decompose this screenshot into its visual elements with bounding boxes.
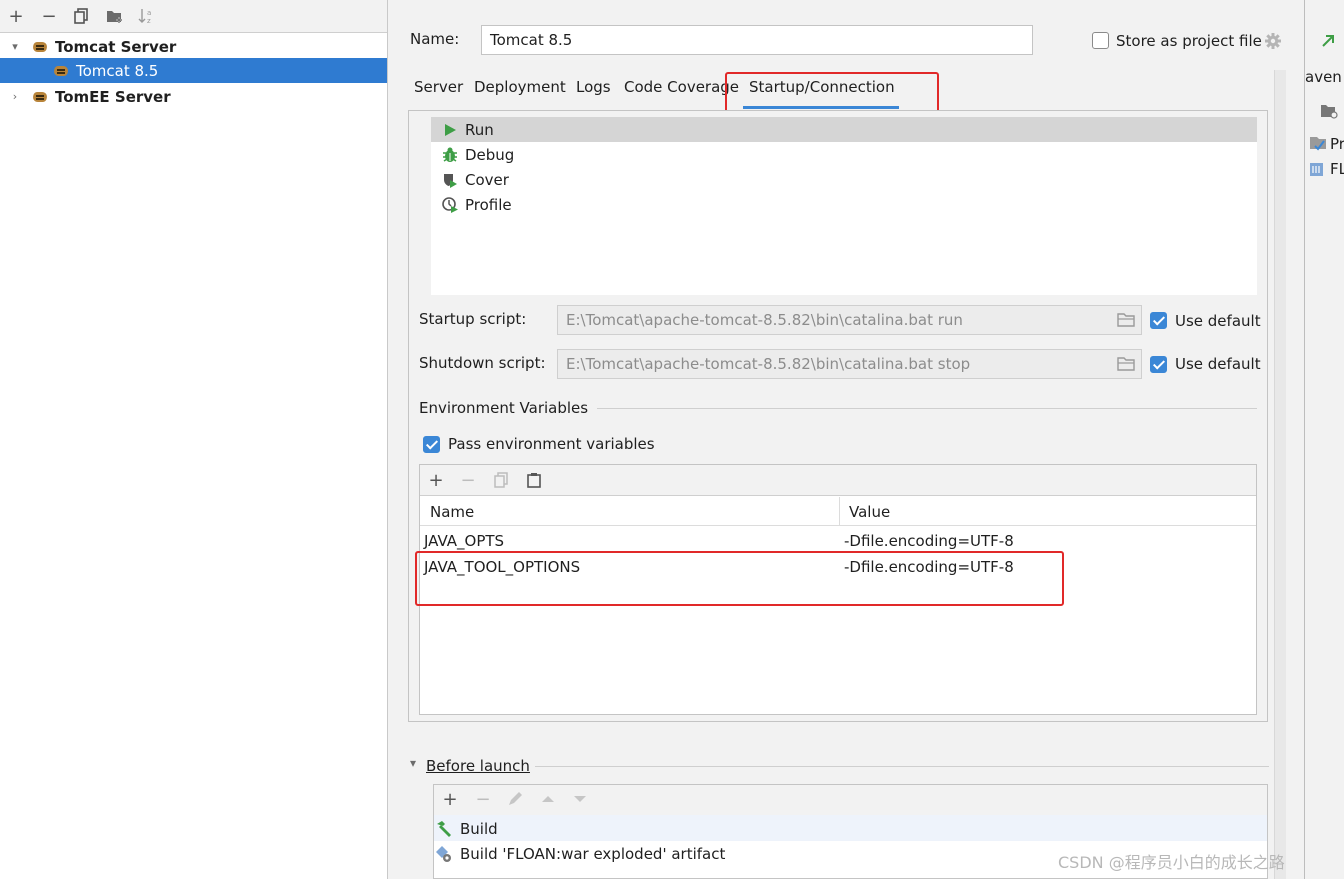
project-label[interactable]: Pr (1330, 135, 1344, 153)
pass-env-checkbox[interactable] (423, 436, 440, 453)
before-launch-item-build[interactable] (434, 815, 1267, 841)
svg-text:z: z (147, 17, 151, 24)
module-label[interactable]: FL (1330, 160, 1344, 178)
mode-item-cover[interactable]: Cover (431, 167, 1257, 192)
folder-add-icon[interactable] (104, 5, 126, 27)
highlight-box-row (415, 551, 1064, 606)
move-down-icon[interactable] (569, 788, 591, 810)
tree-item-tomee-server[interactable]: › TomEE Server (0, 84, 387, 109)
header-divider (420, 525, 1256, 526)
shutdown-script-value: E:\Tomcat\apache-tomcat-8.5.82\bin\catal… (566, 355, 971, 373)
add-icon[interactable]: + (5, 5, 27, 27)
folder-sync-icon[interactable] (1320, 103, 1338, 119)
mode-item-debug[interactable]: Debug (431, 142, 1257, 167)
paste-icon[interactable] (523, 469, 545, 491)
column-header-name[interactable]: Name (430, 503, 474, 521)
before-launch-label: Build (460, 820, 498, 838)
remove-icon[interactable]: − (472, 788, 494, 810)
add-icon[interactable]: + (439, 788, 461, 810)
remove-icon[interactable]: − (38, 5, 60, 27)
copy-icon[interactable] (70, 5, 92, 27)
run-icon (441, 121, 459, 139)
sort-icon[interactable]: az (136, 5, 158, 27)
tab-deployment[interactable]: Deployment (474, 78, 566, 96)
artifact-icon (436, 846, 451, 862)
watermark: CSDN @程序员小白的成长之路 (1058, 853, 1285, 872)
profile-icon (441, 196, 459, 214)
tree-toolbar: + − az (0, 0, 387, 33)
maven-tab-label[interactable]: aven (1305, 68, 1342, 86)
tree-item-label: Tomcat Server (55, 37, 177, 56)
divider (597, 408, 1257, 409)
hammer-icon (437, 821, 451, 837)
startup-use-default-label: Use default (1175, 312, 1261, 330)
mode-label: Debug (465, 145, 515, 164)
tree-item-label: Tomcat 8.5 (76, 61, 159, 80)
folder-icon[interactable] (1117, 313, 1135, 327)
startup-script-field[interactable]: E:\Tomcat\apache-tomcat-8.5.82\bin\catal… (557, 305, 1142, 335)
vertical-scrollbar[interactable] (1274, 70, 1286, 879)
tab-server[interactable]: Server (414, 78, 463, 96)
column-divider (839, 497, 840, 525)
remove-icon[interactable]: − (457, 469, 479, 491)
chevron-right-icon[interactable]: › (8, 90, 22, 103)
chevron-down-icon[interactable]: ▾ (8, 40, 22, 53)
env-row-value[interactable]: -Dfile.encoding=UTF-8 (844, 532, 1014, 550)
tree-item-tomcat-server[interactable]: ▾ Tomcat Server (0, 34, 387, 59)
svg-text:a: a (147, 9, 151, 17)
cover-icon (441, 171, 459, 189)
startup-script-label: Startup script: (419, 310, 527, 328)
shutdown-use-default-label: Use default (1175, 355, 1261, 373)
copy-icon[interactable] (490, 469, 512, 491)
name-label: Name: (410, 30, 460, 48)
tomcat-icon (53, 64, 71, 78)
add-icon[interactable]: + (425, 469, 447, 491)
mode-item-profile[interactable]: Profile (431, 192, 1257, 217)
move-up-icon[interactable] (537, 788, 559, 810)
chevron-down-icon[interactable]: ▾ (410, 756, 416, 770)
shutdown-script-field[interactable]: E:\Tomcat\apache-tomcat-8.5.82\bin\catal… (557, 349, 1142, 379)
startup-script-value: E:\Tomcat\apache-tomcat-8.5.82\bin\catal… (566, 311, 963, 329)
column-header-value[interactable]: Value (849, 503, 890, 521)
tomcat-icon (32, 40, 50, 54)
mode-item-run[interactable]: Run (431, 117, 1257, 142)
gear-icon[interactable] (1264, 32, 1282, 50)
folder-icon[interactable] (1117, 357, 1135, 371)
store-as-project-label: Store as project file (1116, 32, 1262, 50)
before-launch-title[interactable]: Before launch (426, 757, 530, 775)
name-field[interactable]: Tomcat 8.5 (481, 25, 1033, 55)
startup-use-default-checkbox[interactable] (1150, 312, 1167, 329)
env-section-title: Environment Variables (419, 399, 589, 417)
project-check-icon (1310, 137, 1326, 151)
tree-item-tomcat-8-5[interactable]: Tomcat 8.5 (0, 58, 387, 83)
tomee-icon (32, 90, 50, 104)
tab-logs[interactable]: Logs (576, 78, 611, 96)
store-as-project-checkbox[interactable] (1092, 32, 1109, 49)
configurations-tree-panel (0, 0, 388, 879)
env-table-toolbar: + − (420, 465, 1256, 496)
shutdown-use-default-checkbox[interactable] (1150, 356, 1167, 373)
edit-icon[interactable] (504, 788, 526, 810)
before-launch-label[interactable]: Build 'FLOAN:war exploded' artifact (460, 845, 725, 863)
debug-icon (441, 146, 459, 164)
mode-label: Run (465, 120, 494, 139)
pass-env-label: Pass environment variables (448, 435, 655, 453)
module-icon (1310, 163, 1323, 176)
shutdown-script-label: Shutdown script: (419, 354, 546, 372)
arrow-up-right-icon[interactable] (1320, 33, 1336, 49)
divider (535, 766, 1269, 767)
ide-side-strip (1304, 0, 1344, 879)
tree-item-label: TomEE Server (55, 87, 171, 106)
tab-code-coverage[interactable]: Code Coverage (624, 78, 739, 96)
mode-label: Cover (465, 170, 509, 189)
env-row-name[interactable]: JAVA_OPTS (424, 532, 504, 550)
mode-label: Profile (465, 195, 512, 214)
before-launch-toolbar: + − (434, 785, 1267, 815)
